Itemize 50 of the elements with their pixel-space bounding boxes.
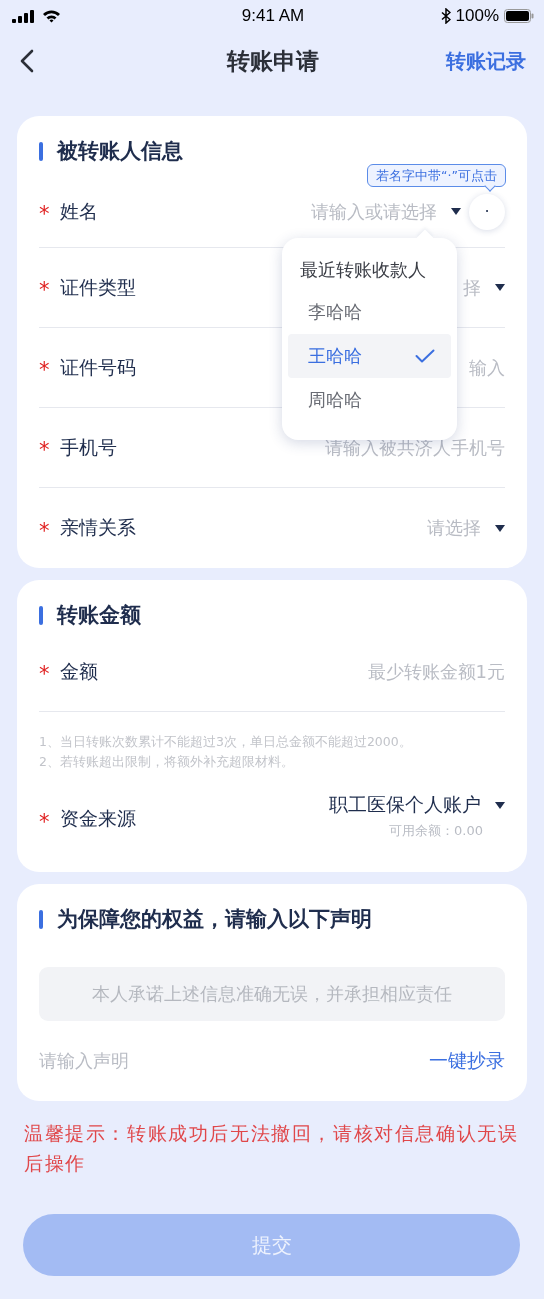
section-title: 转账金额	[57, 602, 141, 629]
input-field[interactable]: 请输入声明	[39, 1049, 129, 1073]
select-field[interactable]: 请选择	[427, 516, 505, 540]
payee-option[interactable]: 李哈哈	[288, 290, 451, 334]
popup-title: 最近转账收款人	[299, 258, 427, 282]
signal-icon	[12, 9, 35, 23]
battery-level: 100%	[455, 6, 499, 26]
required-mark: *	[39, 201, 50, 225]
warning-text: 温馨提示：转账成功后无法撤回，请核对信息确认无误后操作	[24, 1121, 520, 1176]
caret-icon	[495, 524, 505, 532]
status-time: 9:41 AM	[241, 6, 305, 26]
section-title: 被转账人信息	[57, 138, 183, 165]
section-title: 为保障您的权益，请输入以下声明	[57, 906, 372, 933]
required-mark: *	[39, 517, 50, 542]
field-label: 证件号码	[59, 354, 136, 380]
field-label: 金额	[59, 658, 98, 684]
field-label: 亲情关系	[59, 515, 136, 540]
caret-icon	[495, 284, 505, 291]
payee-option[interactable]: 王哈哈	[288, 334, 451, 378]
field-label: 手机号	[59, 434, 117, 460]
input-field[interactable]: 输入	[469, 355, 505, 380]
tooltip: 若名字中带“·”可点击	[367, 164, 506, 194]
required-mark: *	[39, 277, 50, 301]
copy-link[interactable]: 一键抄录	[429, 1048, 505, 1074]
required-mark: *	[39, 808, 50, 833]
field-label: 资金来源	[59, 806, 136, 831]
balance-text: 可用余额：0.00	[389, 822, 483, 840]
dot-button[interactable]: ·	[469, 193, 505, 230]
select-field[interactable]: 职工医保个人账户	[329, 792, 505, 818]
back-button[interactable]	[20, 49, 34, 73]
required-mark: *	[39, 437, 50, 461]
battery-icon	[504, 9, 534, 23]
transfer-records-link[interactable]: 转账记录	[446, 47, 526, 75]
payee-option[interactable]: 周哈哈	[288, 378, 451, 422]
caret-icon	[495, 801, 505, 809]
page-title: 转账申请	[227, 46, 319, 76]
wifi-icon	[42, 9, 61, 23]
input-field[interactable]: 请输入被共济人手机号	[325, 435, 505, 460]
required-mark: *	[39, 357, 50, 381]
field-label: 姓名	[59, 198, 98, 224]
required-mark: *	[39, 661, 50, 685]
note-text: 1、当日转账次数累计不能超过3次，单日总金额不能超过2000。	[39, 733, 413, 751]
field-label: 证件类型	[59, 274, 136, 300]
statement-text: 本人承诺上述信息准确无误，并承担相应责任	[39, 967, 505, 1021]
input-field[interactable]: 最少转账金额1元	[367, 659, 505, 684]
select-field[interactable]: 择	[463, 275, 505, 300]
select-field[interactable]: 请输入或请选择	[311, 199, 461, 224]
bluetooth-icon	[440, 8, 451, 24]
caret-icon	[451, 208, 461, 215]
check-icon	[415, 349, 435, 363]
